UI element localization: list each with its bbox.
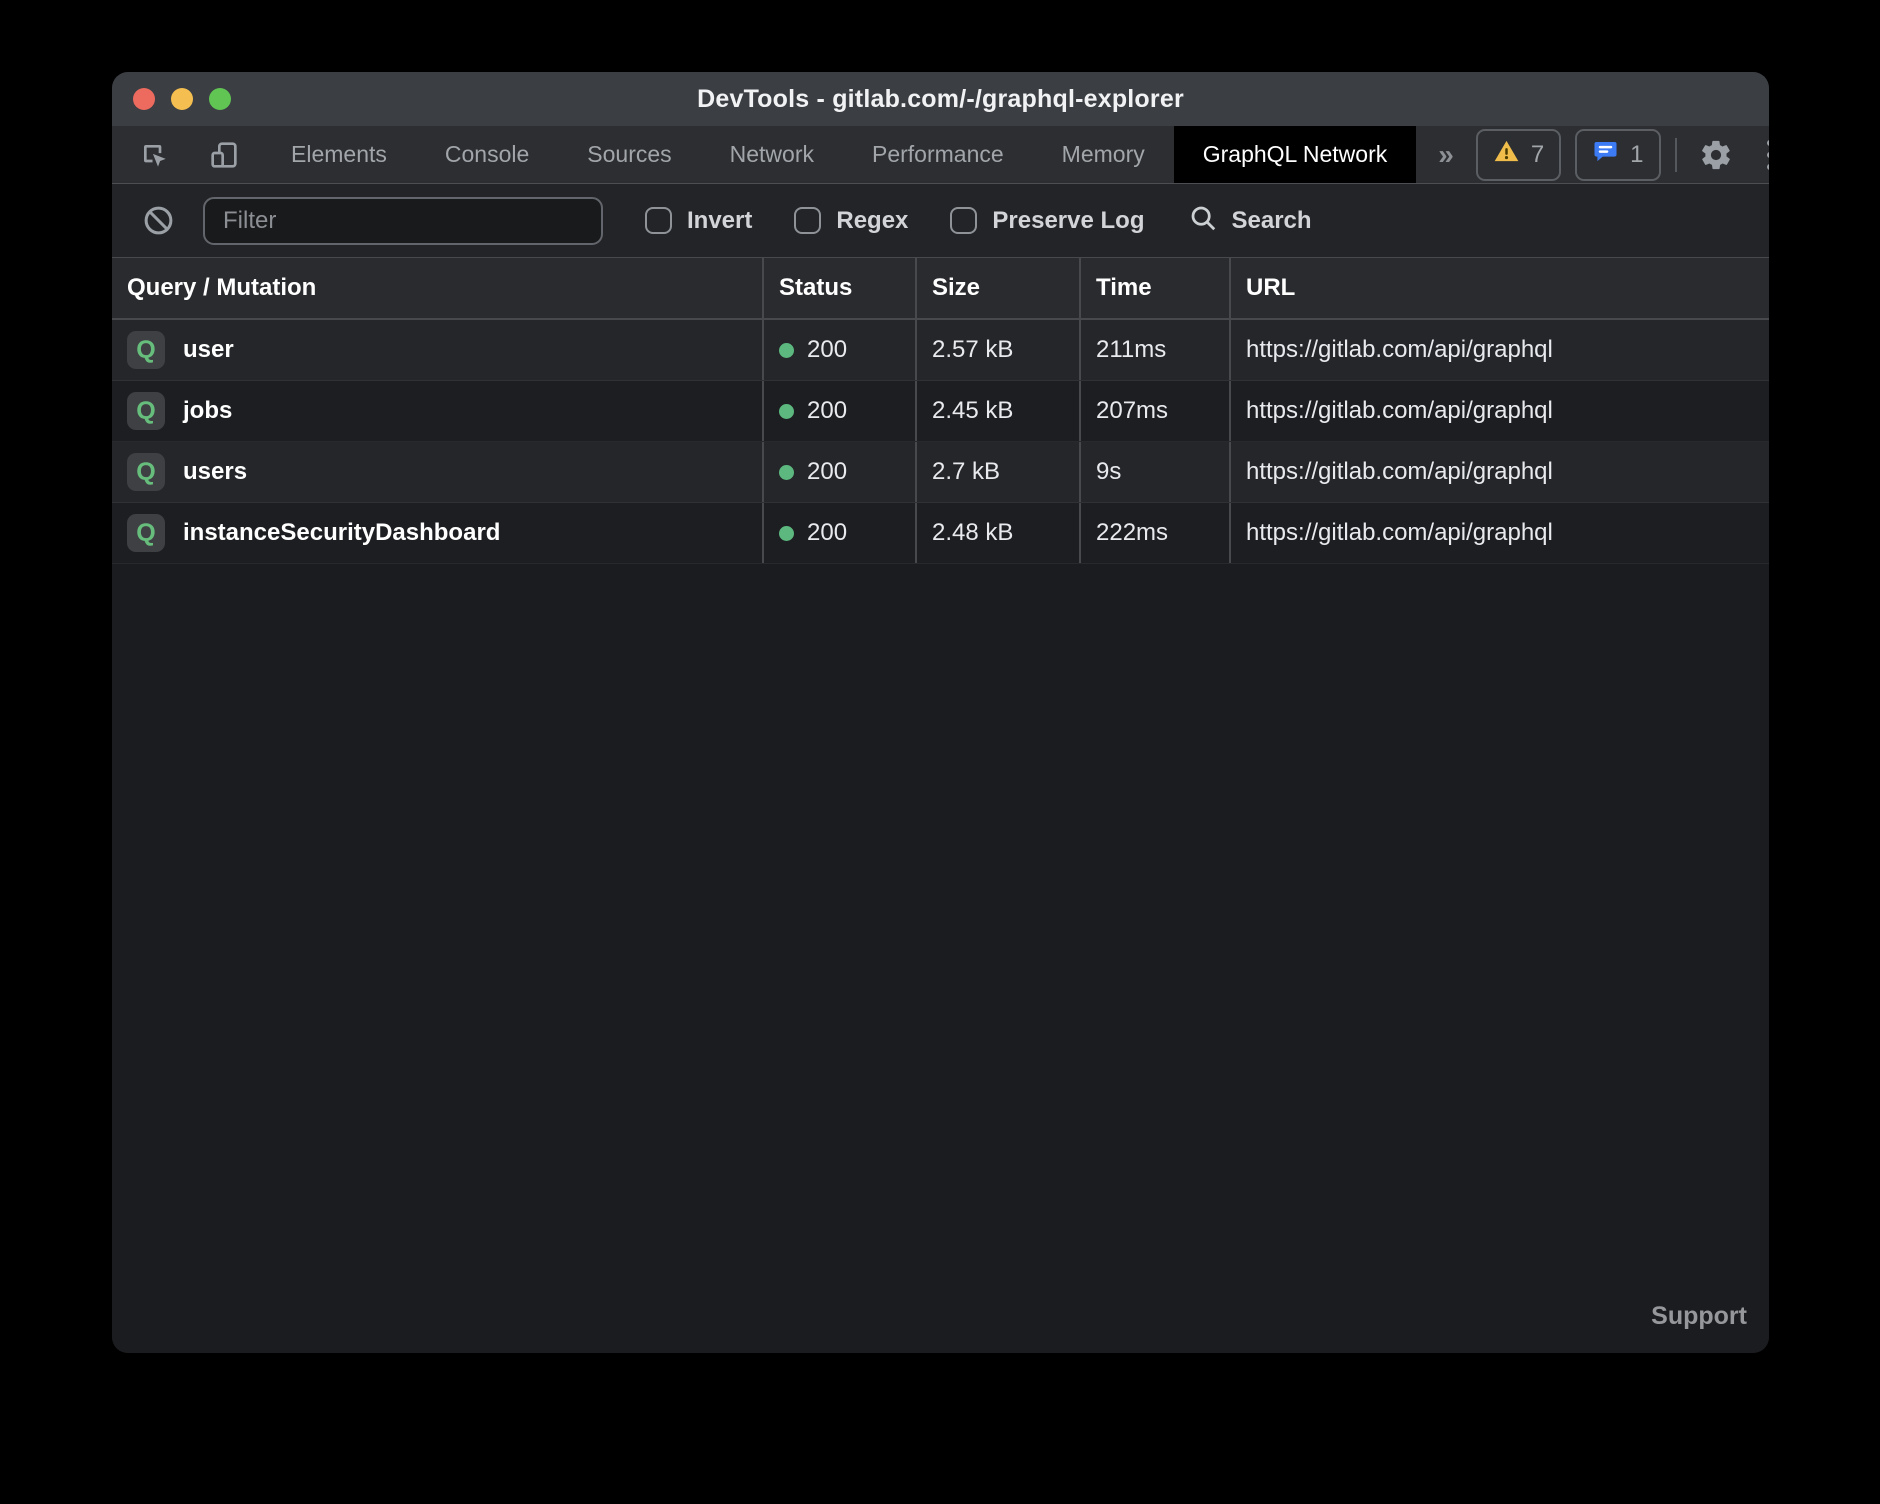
- time-cell: 211ms: [1081, 320, 1231, 380]
- time-cell: 9s: [1081, 442, 1231, 502]
- device-toolbar-icon[interactable]: [200, 139, 248, 171]
- requests-table-body: Quser2002.57 kB211mshttps://gitlab.com/a…: [112, 320, 1769, 564]
- tab-memory[interactable]: Memory: [1033, 126, 1174, 183]
- more-tabs-button[interactable]: »: [1416, 126, 1476, 183]
- query-type-badge: Q: [127, 392, 165, 430]
- inspect-element-icon[interactable]: [130, 139, 178, 171]
- status-code: 200: [807, 336, 847, 364]
- regex-checkbox[interactable]: Regex: [794, 207, 908, 235]
- table-empty-area: Support: [112, 564, 1769, 1353]
- query-type-badge: Q: [127, 453, 165, 491]
- more-options-kebab-icon[interactable]: [1755, 140, 1769, 170]
- tab-performance[interactable]: Performance: [843, 126, 1033, 183]
- table-header-row: Query / MutationStatusSizeTimeURL: [112, 258, 1769, 320]
- preserve-log-checkbox[interactable]: Preserve Log: [950, 207, 1144, 235]
- url-cell: https://gitlab.com/api/graphql: [1231, 381, 1769, 441]
- chat-bubble-icon: [1592, 138, 1619, 172]
- search-icon: [1188, 203, 1218, 238]
- url-cell: https://gitlab.com/api/graphql: [1231, 503, 1769, 563]
- url-cell: https://gitlab.com/api/graphql: [1231, 442, 1769, 502]
- search-control[interactable]: Search: [1188, 203, 1311, 238]
- query-name: user: [183, 336, 234, 364]
- size-cell: 2.45 kB: [917, 381, 1081, 441]
- query-cell: Qusers: [112, 442, 764, 502]
- query-name: jobs: [183, 397, 232, 425]
- tab-console[interactable]: Console: [416, 126, 558, 183]
- column-header-size[interactable]: Size: [917, 258, 1081, 318]
- settings-gear-icon[interactable]: [1691, 138, 1741, 172]
- tab-network[interactable]: Network: [701, 126, 843, 183]
- messages-badge[interactable]: 1: [1575, 129, 1660, 181]
- tab-graphql-network[interactable]: GraphQL Network: [1174, 126, 1417, 183]
- warnings-badge[interactable]: 7: [1476, 129, 1561, 181]
- devtools-tab-bar: ElementsConsoleSourcesNetworkPerformance…: [112, 126, 1769, 184]
- time-cell: 222ms: [1081, 503, 1231, 563]
- query-name: instanceSecurityDashboard: [183, 519, 500, 547]
- query-type-badge: Q: [127, 331, 165, 369]
- status-code: 200: [807, 519, 847, 547]
- filter-input[interactable]: [203, 197, 603, 245]
- status-cell: 200: [764, 381, 917, 441]
- tabbar-right-divider: [1675, 138, 1677, 172]
- query-cell: Qjobs: [112, 381, 764, 441]
- column-header-url[interactable]: URL: [1231, 258, 1769, 318]
- window-title: DevTools - gitlab.com/-/graphql-explorer: [112, 85, 1769, 114]
- status-code: 200: [807, 458, 847, 486]
- table-row[interactable]: Qusers 200 2.7 kB9shttps://gitlab.com/api/…: [112, 442, 1769, 503]
- column-header-status[interactable]: Status: [764, 258, 917, 318]
- status-ok-dot: [779, 526, 794, 541]
- column-header-query-mutation[interactable]: Query / Mutation: [112, 258, 764, 318]
- status-cell: 200: [764, 503, 917, 563]
- invert-checkbox[interactable]: Invert: [645, 207, 752, 235]
- panel-tabs: ElementsConsoleSourcesNetworkPerformance…: [262, 126, 1416, 183]
- preserve-log-checkbox-box: [950, 207, 977, 234]
- support-link[interactable]: Support: [1651, 1302, 1747, 1331]
- status-cell: 200: [764, 442, 917, 502]
- query-type-badge: Q: [127, 514, 165, 552]
- column-header-time[interactable]: Time: [1081, 258, 1231, 318]
- query-cell: Quser: [112, 320, 764, 380]
- warnings-count: 7: [1531, 141, 1544, 169]
- status-ok-dot: [779, 343, 794, 358]
- messages-count: 1: [1630, 141, 1643, 169]
- status-ok-dot: [779, 465, 794, 480]
- query-name: users: [183, 458, 247, 486]
- title-bar: DevTools - gitlab.com/-/graphql-explorer: [112, 72, 1769, 126]
- tab-sources[interactable]: Sources: [558, 126, 700, 183]
- filter-toolbar: Invert Regex Preserve Log Search: [112, 184, 1769, 258]
- url-cell: https://gitlab.com/api/graphql: [1231, 320, 1769, 380]
- size-cell: 2.48 kB: [917, 503, 1081, 563]
- size-cell: 2.57 kB: [917, 320, 1081, 380]
- regex-checkbox-box: [794, 207, 821, 234]
- table-row[interactable]: QinstanceSecurityDashboard 200 2.48 kB222m…: [112, 503, 1769, 564]
- clear-log-icon[interactable]: [134, 204, 183, 237]
- size-cell: 2.7 kB: [917, 442, 1081, 502]
- query-cell: QinstanceSecurityDashboard: [112, 503, 764, 563]
- table-row[interactable]: Qjobs 200 2.45 kB207mshttps://gitlab.com/a…: [112, 381, 1769, 442]
- warning-icon: [1493, 138, 1520, 172]
- invert-checkbox-box: [645, 207, 672, 234]
- devtools-window: DevTools - gitlab.com/-/graphql-explorer…: [112, 72, 1769, 1353]
- status-ok-dot: [779, 404, 794, 419]
- status-cell: 200: [764, 320, 917, 380]
- status-code: 200: [807, 397, 847, 425]
- tab-elements[interactable]: Elements: [262, 126, 416, 183]
- table-row[interactable]: Quser 200 2.57 kB211mshttps://gitlab.com/a…: [112, 320, 1769, 381]
- time-cell: 207ms: [1081, 381, 1231, 441]
